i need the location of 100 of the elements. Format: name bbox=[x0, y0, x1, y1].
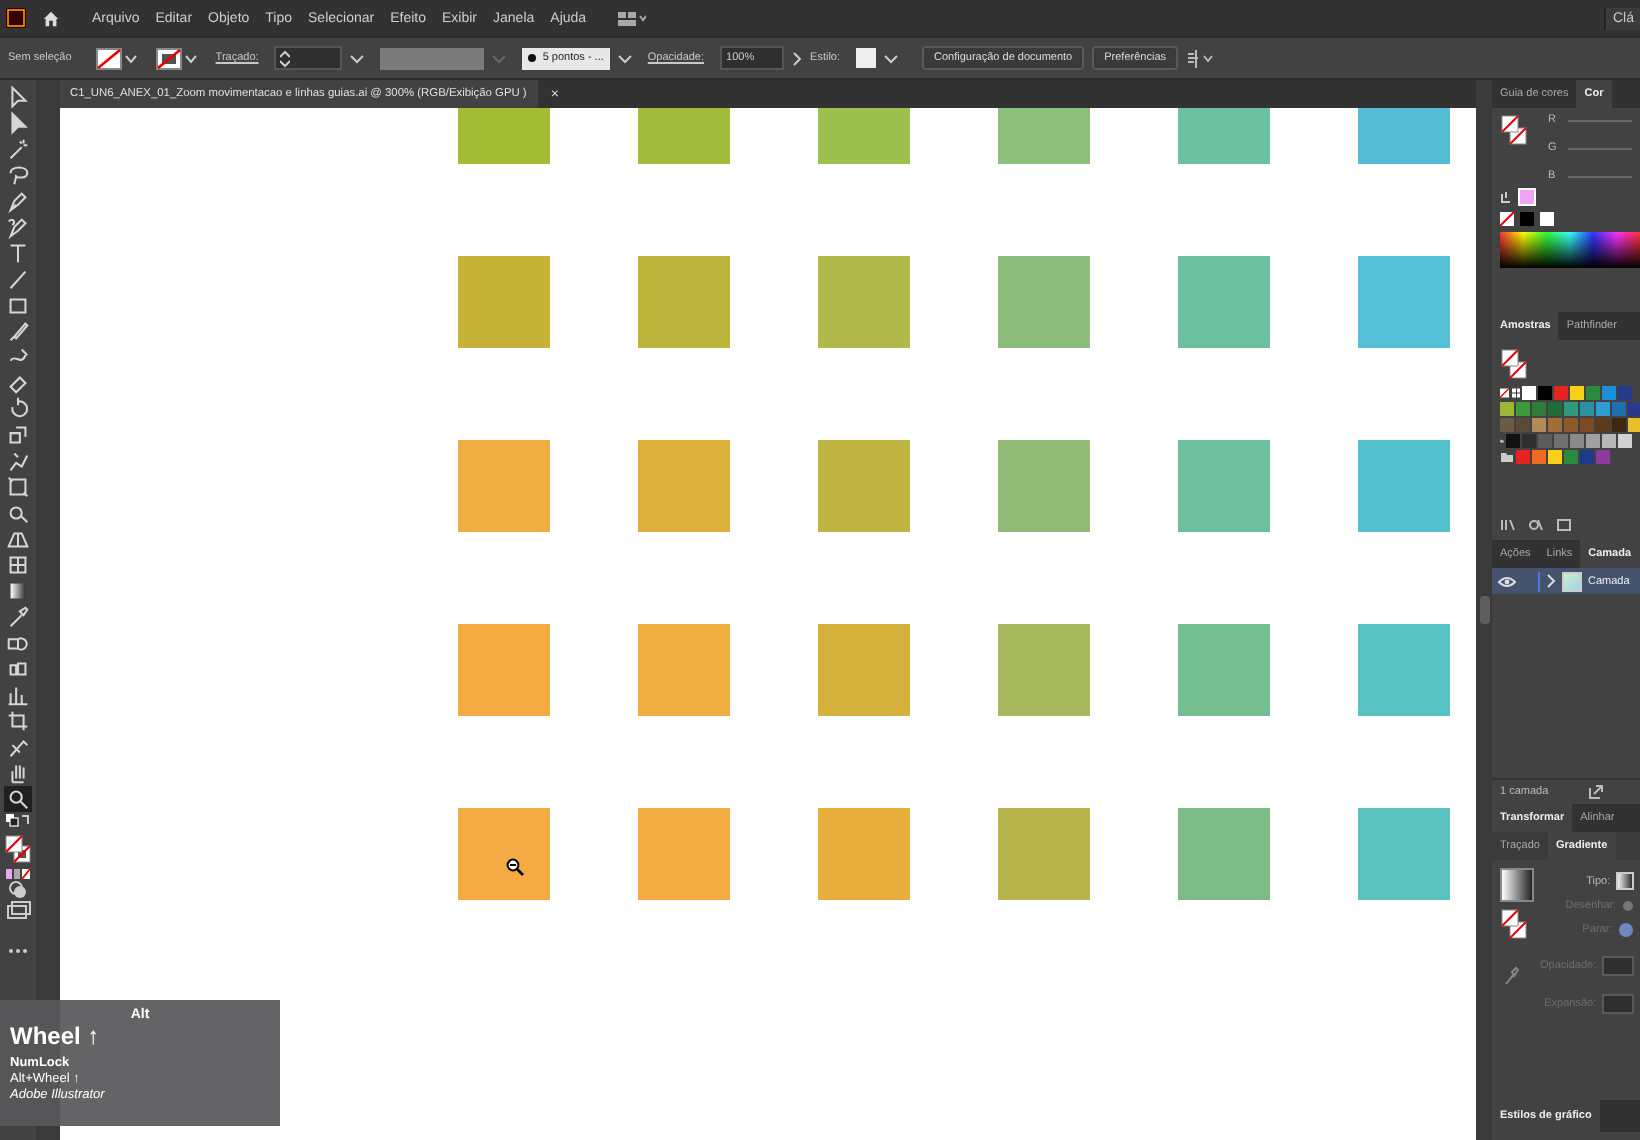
color-swatch[interactable] bbox=[1548, 402, 1562, 416]
spinner-arrows-icon[interactable] bbox=[280, 49, 291, 67]
perspective-grid-icon[interactable] bbox=[4, 526, 32, 552]
stroke-weight-field[interactable] bbox=[274, 46, 343, 70]
line-icon[interactable] bbox=[4, 266, 32, 292]
color-swatch[interactable] bbox=[1516, 418, 1530, 432]
color-swatch[interactable] bbox=[1570, 434, 1584, 448]
rectangle-icon[interactable] bbox=[4, 292, 32, 318]
show-kind-icon[interactable] bbox=[1528, 518, 1544, 532]
color-swatch[interactable] bbox=[1596, 418, 1610, 432]
color-swatch[interactable] bbox=[1532, 402, 1546, 416]
eyedropper-icon[interactable] bbox=[1504, 966, 1520, 986]
eye-icon[interactable] bbox=[1498, 575, 1516, 587]
default-colors-icon[interactable] bbox=[4, 812, 32, 830]
color-swatch[interactable] bbox=[1570, 386, 1584, 400]
chevron-right-icon[interactable] bbox=[1546, 574, 1556, 588]
magic-wand-icon[interactable] bbox=[4, 136, 32, 162]
color-swatch[interactable] bbox=[1602, 386, 1616, 400]
warp-icon[interactable] bbox=[4, 448, 32, 474]
color-swatch[interactable] bbox=[1586, 434, 1600, 448]
pen-icon[interactable] bbox=[4, 188, 32, 214]
color-swatch[interactable] bbox=[1596, 450, 1610, 464]
sprayer-icon[interactable] bbox=[4, 656, 32, 682]
fill-stroke-icon[interactable] bbox=[4, 834, 32, 864]
more-icon[interactable] bbox=[8, 948, 28, 954]
search-icon[interactable] bbox=[4, 786, 32, 812]
color-swatch[interactable] bbox=[1506, 434, 1520, 448]
out-of-gamut-icon bbox=[1500, 191, 1512, 203]
none-swatch-icon[interactable] bbox=[1500, 386, 1509, 400]
color-swatch[interactable] bbox=[1516, 450, 1530, 464]
color-swatch[interactable] bbox=[1548, 418, 1562, 432]
color-swatch[interactable] bbox=[1548, 450, 1562, 464]
swatch[interactable] bbox=[1520, 212, 1534, 226]
workspace-switcher-icon[interactable] bbox=[618, 11, 647, 25]
library-icon[interactable] bbox=[1500, 518, 1516, 532]
fill-swatch-icon[interactable] bbox=[95, 47, 140, 69]
variable-width-profile-field[interactable] bbox=[380, 47, 485, 69]
color-swatch[interactable] bbox=[1586, 386, 1600, 400]
color-swatch[interactable] bbox=[1538, 434, 1552, 448]
gradient-swatch[interactable] bbox=[1500, 868, 1534, 902]
color-swatch[interactable] bbox=[1580, 402, 1594, 416]
knife-icon[interactable] bbox=[4, 734, 32, 760]
fill-stroke-icon[interactable] bbox=[1500, 114, 1528, 146]
key-action-text: Wheel ↑ bbox=[8, 1022, 102, 1050]
registration-swatch-icon[interactable] bbox=[1511, 386, 1520, 400]
eraser-icon[interactable] bbox=[4, 370, 32, 396]
color-swatch[interactable] bbox=[1580, 450, 1594, 464]
fill-stroke-icon[interactable] bbox=[1500, 908, 1528, 940]
color-swatch[interactable] bbox=[1564, 418, 1578, 432]
color-swatch[interactable] bbox=[1522, 434, 1536, 448]
chevron-right-icon[interactable] bbox=[792, 51, 803, 65]
stroke-swatch-icon[interactable] bbox=[155, 47, 200, 69]
bar-graph-icon[interactable] bbox=[4, 682, 32, 708]
color-swatch[interactable] bbox=[1500, 418, 1514, 432]
swatch-options-icon[interactable] bbox=[1556, 518, 1572, 532]
color-swatch[interactable] bbox=[1564, 402, 1578, 416]
scrollbar-thumb[interactable] bbox=[1479, 596, 1489, 624]
color-swatch[interactable] bbox=[1532, 418, 1546, 432]
arrange-icon[interactable] bbox=[1186, 49, 1219, 67]
color-swatch[interactable] bbox=[1628, 418, 1640, 432]
brush-icon[interactable] bbox=[4, 318, 32, 344]
color-swatch[interactable] bbox=[1500, 402, 1514, 416]
color-spectrum[interactable] bbox=[1500, 232, 1640, 268]
dot-icon bbox=[528, 54, 537, 62]
color-swatch[interactable] bbox=[1564, 450, 1578, 464]
color-preview[interactable] bbox=[1518, 188, 1536, 206]
export-icon[interactable] bbox=[1588, 784, 1605, 800]
color-swatch[interactable] bbox=[1580, 418, 1594, 432]
fill-stroke-icon[interactable] bbox=[1500, 348, 1528, 380]
eyedropper-icon[interactable] bbox=[4, 604, 32, 630]
app-logo[interactable] bbox=[6, 8, 26, 28]
zoom-cursor-icon bbox=[506, 858, 524, 876]
scale-icon[interactable] bbox=[4, 422, 32, 448]
free-transform-icon[interactable] bbox=[4, 474, 32, 500]
none-swatch-icon[interactable] bbox=[1500, 212, 1514, 226]
color-swatch[interactable] bbox=[1602, 434, 1616, 448]
color-swatch[interactable] bbox=[1554, 434, 1568, 448]
color-swatch[interactable] bbox=[1538, 386, 1552, 400]
lasso-icon[interactable] bbox=[4, 162, 32, 188]
color-swatch[interactable] bbox=[1618, 434, 1632, 448]
color-swatch[interactable] bbox=[1612, 402, 1626, 416]
swatch[interactable] bbox=[1540, 212, 1554, 226]
color-mode-icon[interactable] bbox=[4, 868, 32, 880]
home-icon[interactable] bbox=[42, 9, 60, 27]
screen-mode-icon[interactable] bbox=[4, 900, 32, 920]
mesh-icon[interactable] bbox=[4, 552, 32, 578]
color-swatch[interactable] bbox=[1618, 386, 1632, 400]
layer-thumbnail bbox=[1562, 571, 1582, 591]
color-swatch[interactable] bbox=[1554, 386, 1568, 400]
color-swatch[interactable] bbox=[1628, 402, 1640, 416]
style-swatch[interactable] bbox=[856, 48, 877, 68]
color-swatch[interactable] bbox=[1596, 402, 1610, 416]
curvature-pen-icon[interactable] bbox=[4, 214, 32, 240]
color-swatch[interactable] bbox=[1532, 450, 1546, 464]
linear-gradient-icon[interactable] bbox=[1616, 872, 1635, 890]
artboard-icon[interactable] bbox=[4, 708, 32, 734]
draw-mode-icon[interactable] bbox=[4, 880, 32, 900]
color-swatch[interactable] bbox=[1522, 386, 1536, 400]
color-swatch[interactable] bbox=[1612, 418, 1626, 432]
color-swatch[interactable] bbox=[1516, 402, 1530, 416]
